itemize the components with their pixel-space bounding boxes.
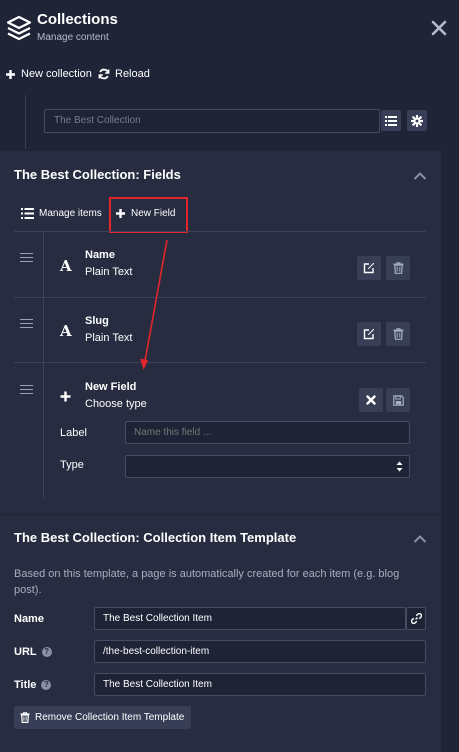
row-divider bbox=[14, 297, 426, 298]
field-name: Name bbox=[85, 249, 115, 261]
link-button[interactable] bbox=[406, 607, 426, 630]
chevron-up-icon[interactable] bbox=[413, 534, 427, 544]
new-collection-label: New collection bbox=[21, 68, 92, 80]
select-arrows-icon bbox=[396, 461, 403, 472]
page-title: Collections bbox=[37, 11, 118, 28]
template-description-line2: post). bbox=[14, 584, 42, 596]
page-subtitle: Manage content bbox=[37, 32, 109, 43]
remove-template-button[interactable]: Remove Collection Item Template bbox=[14, 706, 192, 729]
template-panel-title: The Best Collection: Collection Item Tem… bbox=[14, 530, 297, 545]
new-field-button[interactable]: New Field bbox=[115, 208, 175, 219]
trash-icon bbox=[20, 712, 30, 723]
chevron-up-icon[interactable] bbox=[413, 171, 427, 181]
edit-icon bbox=[363, 262, 375, 274]
trash-icon bbox=[393, 328, 403, 340]
new-field-label: New Field bbox=[131, 208, 176, 219]
template-name-input[interactable]: The Best Collection Item bbox=[94, 607, 406, 630]
edit-icon bbox=[363, 328, 375, 340]
type-field-label: Type bbox=[60, 459, 84, 471]
field-type-select[interactable] bbox=[125, 455, 410, 478]
tree-guide-line bbox=[25, 95, 26, 149]
field-type: Plain Text bbox=[85, 266, 133, 278]
fields-panel-title: The Best Collection: Fields bbox=[14, 167, 181, 182]
remove-template-label: Remove Collection Item Template bbox=[35, 712, 185, 723]
text-type-icon: A bbox=[60, 257, 72, 275]
text-type-icon: A bbox=[60, 322, 72, 340]
url-label: URL ? bbox=[14, 646, 52, 658]
collection-settings-button[interactable] bbox=[407, 110, 427, 131]
plus-icon bbox=[6, 69, 15, 79]
drag-handle-icon[interactable] bbox=[20, 253, 33, 262]
row-divider bbox=[14, 362, 426, 363]
plus-icon bbox=[116, 209, 125, 218]
layers-icon bbox=[6, 15, 32, 41]
delete-field-button[interactable] bbox=[386, 256, 410, 280]
list-icon bbox=[21, 208, 34, 219]
close-icon bbox=[366, 395, 376, 405]
manage-items-label: Manage items bbox=[39, 208, 102, 219]
plus-icon bbox=[60, 391, 71, 402]
drag-handle-icon[interactable] bbox=[20, 385, 33, 394]
refresh-icon bbox=[98, 68, 110, 80]
template-url-input[interactable]: /the-best-collection-item bbox=[94, 640, 426, 663]
collection-select[interactable]: The Best Collection bbox=[44, 109, 380, 133]
row-divider bbox=[14, 231, 426, 232]
new-field-title: New Field bbox=[85, 381, 137, 393]
name-label-text: Name bbox=[14, 613, 44, 625]
drag-handle-icon[interactable] bbox=[20, 319, 33, 328]
url-label-text: URL bbox=[14, 646, 37, 658]
save-icon bbox=[392, 394, 404, 406]
list-icon bbox=[385, 115, 397, 126]
reload-button[interactable]: Reload bbox=[98, 68, 150, 80]
save-field-button[interactable] bbox=[386, 388, 410, 412]
field-type: Plain Text bbox=[85, 332, 133, 344]
tree-guide-line bbox=[43, 231, 44, 499]
close-icon[interactable] bbox=[431, 20, 447, 36]
label-field-label: Label bbox=[60, 427, 87, 439]
list-view-button[interactable] bbox=[381, 110, 401, 131]
new-collection-button[interactable]: New collection bbox=[5, 68, 92, 80]
gear-icon bbox=[411, 114, 423, 127]
name-label: Name bbox=[14, 613, 44, 625]
trash-icon bbox=[393, 262, 403, 274]
title-label-text: Title bbox=[14, 679, 37, 691]
template-title-input[interactable]: The Best Collection Item bbox=[94, 673, 426, 696]
edit-field-button[interactable] bbox=[357, 322, 381, 346]
link-icon bbox=[410, 613, 422, 624]
title-label: Title ? bbox=[14, 679, 52, 691]
help-icon[interactable]: ? bbox=[41, 647, 52, 657]
edit-field-button[interactable] bbox=[357, 256, 381, 280]
delete-field-button[interactable] bbox=[386, 322, 410, 346]
help-icon[interactable]: ? bbox=[41, 680, 52, 690]
field-name: Slug bbox=[85, 315, 109, 327]
template-description-line1: Based on this template, a page is automa… bbox=[14, 568, 400, 580]
cancel-field-button[interactable] bbox=[359, 388, 383, 412]
new-field-subtitle: Choose type bbox=[85, 398, 147, 410]
manage-items-button[interactable]: Manage items bbox=[21, 208, 102, 219]
field-label-input[interactable] bbox=[125, 421, 410, 444]
reload-label: Reload bbox=[115, 68, 150, 80]
